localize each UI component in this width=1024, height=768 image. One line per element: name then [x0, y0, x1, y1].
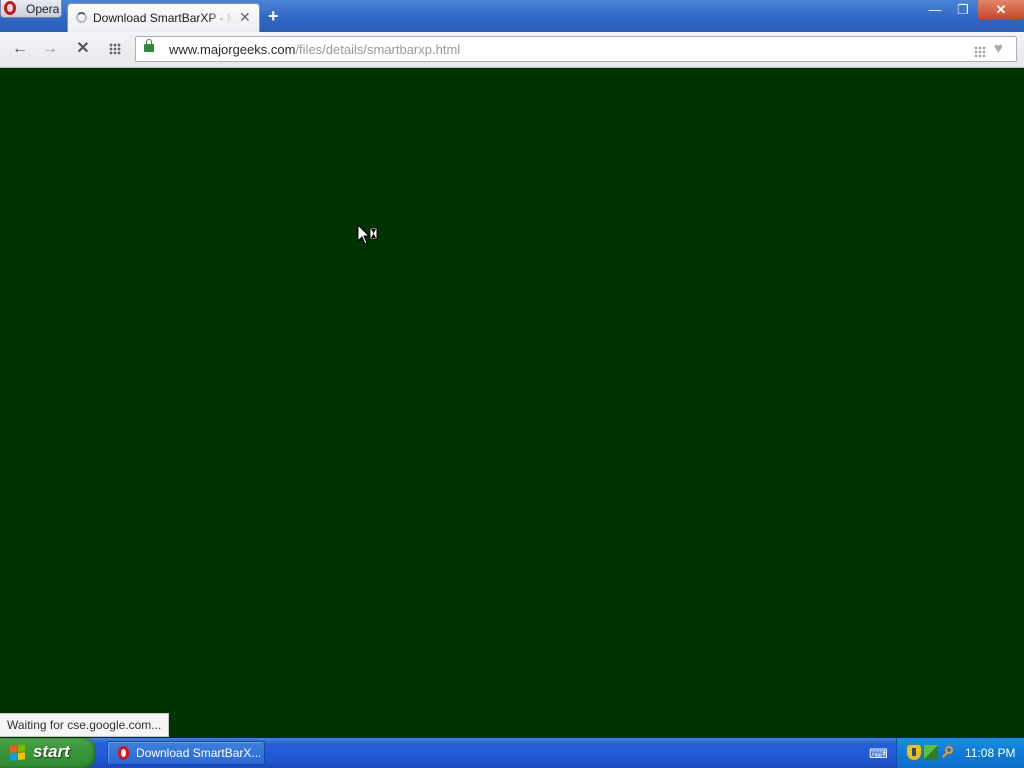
taskbar: start Download SmartBarX... ⌨ 11:08 PM: [0, 738, 1024, 768]
tiles-button[interactable]: [974, 43, 986, 61]
tab-close-button[interactable]: ✕: [239, 9, 251, 25]
loading-spinner-icon: [76, 12, 87, 23]
system-tray: 11:08 PM: [896, 738, 1024, 768]
taskbar-item-opera[interactable]: Download SmartBarX...: [107, 741, 265, 765]
start-label: start: [33, 742, 70, 761]
shield-icon[interactable]: [907, 745, 921, 760]
tab-title: Download SmartBarXP - MajorGeeks: [93, 11, 233, 25]
keyboard-icon[interactable]: ⌨: [869, 746, 888, 762]
lock-icon: [144, 39, 154, 52]
url-path: /files/details/smartbarxp.html: [295, 42, 461, 57]
opera-icon: [118, 746, 129, 760]
network-icon[interactable]: [924, 745, 938, 760]
taskbar-item-label: Download SmartBarX...: [136, 746, 260, 760]
minimize-button[interactable]: —: [922, 0, 948, 20]
stop-loading-button[interactable]: ✕: [72, 39, 94, 59]
busy-cursor-icon: [357, 224, 378, 245]
title-bar: Opera Download SmartBarXP - MajorGeeks ✕…: [0, 0, 1024, 32]
navigation-toolbar: ← → ✕ www.majorgeeks.com/files/details/s…: [0, 32, 1024, 68]
url-host: www.majorgeeks.com: [169, 42, 296, 57]
page-content[interactable]: Waiting for cse.google.com...: [0, 68, 1024, 738]
url-text[interactable]: www.majorgeeks.com/files/details/smartba…: [169, 42, 460, 57]
opera-logo-icon: [4, 1, 16, 15]
forward-button[interactable]: →: [39, 39, 61, 59]
close-window-button[interactable]: ✕: [978, 0, 1024, 20]
back-button[interactable]: ←: [9, 39, 31, 59]
speed-dial-icon: [109, 42, 121, 55]
clock[interactable]: 11:08 PM: [965, 746, 1015, 760]
heart-icon[interactable]: ♥: [994, 40, 1003, 57]
windows-logo-icon: [10, 744, 26, 762]
restore-button[interactable]: ❐: [950, 0, 976, 20]
speed-dial-button[interactable]: [104, 39, 126, 59]
tiles-icon: [974, 45, 986, 58]
opera-menu-button[interactable]: Opera: [0, 0, 62, 18]
new-tab-button[interactable]: +: [268, 6, 279, 26]
tab-active[interactable]: Download SmartBarXP - MajorGeeks ✕: [67, 3, 260, 32]
start-button[interactable]: start: [0, 738, 96, 768]
address-bar[interactable]: www.majorgeeks.com/files/details/smartba…: [135, 36, 1017, 62]
status-text: Waiting for cse.google.com...: [0, 713, 170, 737]
opera-menu-label: Opera: [26, 2, 60, 16]
search-icon[interactable]: [941, 745, 955, 760]
